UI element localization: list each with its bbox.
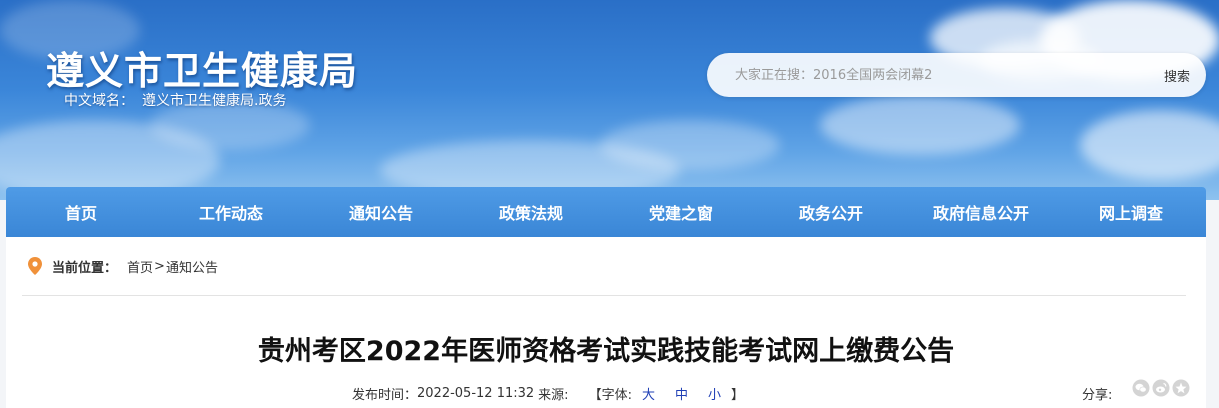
nav-item-online-survey[interactable]: 网上调查 (1056, 187, 1206, 237)
source-label: 来源: (538, 387, 569, 403)
nav-item-work-news[interactable]: 工作动态 (156, 187, 306, 237)
location-pin-icon (28, 257, 42, 275)
article-meta: 发布时间： 2022-05-12 11:32 来源: 【字体: 大 中 小 】 (352, 384, 745, 403)
search-input[interactable] (735, 65, 1135, 85)
main-nav: 首页 工作动态 通知公告 政策法规 党建之窗 政务公开 政府信息公开 网上调查 (6, 187, 1206, 237)
domain-value: 遵义市卫生健康局.政务 (142, 93, 287, 109)
search-box: 搜索 (707, 53, 1206, 97)
publish-label: 发布时间： (352, 387, 418, 403)
search-button[interactable]: 搜索 (1164, 65, 1190, 85)
nav-item-party-building[interactable]: 党建之窗 (606, 187, 756, 237)
font-size-label: 【字体: (588, 387, 632, 403)
header-banner: 遵义市卫生健康局 中文域名： 遵义市卫生健康局.政务 搜索 (0, 0, 1219, 200)
divider (22, 295, 1186, 296)
nav-item-gov-info-disclosure[interactable]: 政府信息公开 (906, 187, 1056, 237)
cloud-decoration (1080, 110, 1219, 180)
font-size-small-link[interactable]: 小 (708, 384, 721, 403)
nav-item-home[interactable]: 首页 (6, 187, 156, 237)
cloud-decoration (600, 120, 780, 170)
font-size-bracket-end: 】 (731, 387, 745, 403)
content-card: 当前位置： 首页 > 通知公告 贵州考区2022年医师资格考试实践技能考试网上缴… (6, 237, 1206, 408)
publish-time: 2022-05-12 11:32 (417, 385, 535, 401)
nav-item-notices[interactable]: 通知公告 (306, 187, 456, 237)
domain-label: 中文域名： (64, 93, 134, 109)
share-icons (1132, 379, 1190, 397)
article-title: 贵州考区2022年医师资格考试实践技能考试网上缴费公告 (257, 336, 955, 367)
font-size-medium-link[interactable]: 中 (675, 384, 688, 403)
breadcrumb: 当前位置： 首页 > 通知公告 (28, 257, 218, 276)
breadcrumb-home-link[interactable]: 首页 (127, 257, 153, 276)
wechat-icon[interactable] (1132, 379, 1150, 397)
share-label: 分享: (1082, 388, 1113, 403)
domain-line: 中文域名： 遵义市卫生健康局.政务 (64, 90, 294, 110)
font-size-large-link[interactable]: 大 (642, 384, 655, 403)
cloud-decoration (820, 95, 1020, 155)
breadcrumb-separator: > (154, 258, 165, 274)
nav-item-government-affairs[interactable]: 政务公开 (756, 187, 906, 237)
nav-item-policies[interactable]: 政策法规 (456, 187, 606, 237)
breadcrumb-notices-link[interactable]: 通知公告 (166, 257, 218, 276)
qzone-icon[interactable] (1172, 379, 1190, 397)
weibo-icon[interactable] (1152, 379, 1170, 397)
site-title[interactable]: 遵义市卫生健康局 (46, 40, 358, 95)
breadcrumb-label: 当前位置： (52, 260, 118, 276)
